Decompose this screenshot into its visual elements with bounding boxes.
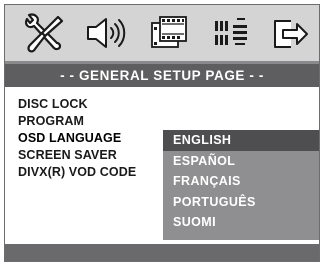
bottom-status-bar bbox=[5, 244, 319, 261]
options-top-background bbox=[163, 87, 319, 130]
option-espanol[interactable]: ESPAÑOL bbox=[163, 151, 319, 172]
menu-item-osd-language[interactable]: OSD LANGUAGE bbox=[5, 130, 163, 147]
film-video-icon[interactable] bbox=[139, 5, 199, 61]
option-suomi[interactable]: SUOMI bbox=[163, 212, 319, 233]
setup-content: DISC LOCK PROGRAM OSD LANGUAGE SCREEN SA… bbox=[5, 87, 319, 244]
menu-item-program[interactable]: PROGRAM bbox=[5, 113, 163, 130]
display-grid-icon[interactable] bbox=[201, 5, 261, 61]
setup-menu: DISC LOCK PROGRAM OSD LANGUAGE SCREEN SA… bbox=[5, 96, 163, 181]
option-portugues[interactable]: PORTUGUÊS bbox=[163, 192, 319, 213]
page-title: - - GENERAL SETUP PAGE - - bbox=[5, 64, 319, 87]
tools-settings-icon[interactable] bbox=[13, 5, 73, 61]
language-options-panel: ENGLISH ESPAÑOL FRANÇAIS PORTUGUÊS SUOMI bbox=[163, 130, 319, 240]
option-english[interactable]: ENGLISH bbox=[163, 130, 319, 151]
menu-item-disc-lock[interactable]: DISC LOCK bbox=[5, 96, 163, 113]
setup-icon-bar bbox=[5, 5, 319, 61]
option-francais[interactable]: FRANÇAIS bbox=[163, 171, 319, 192]
menu-item-divx-vod-code[interactable]: DIVX(R) VOD CODE bbox=[5, 164, 163, 181]
exit-arrow-icon[interactable] bbox=[260, 5, 319, 61]
menu-item-screen-saver[interactable]: SCREEN SAVER bbox=[5, 147, 163, 164]
dvd-setup-screen: - - GENERAL SETUP PAGE - - DISC LOCK PRO… bbox=[4, 4, 320, 262]
speaker-audio-icon[interactable] bbox=[77, 5, 137, 61]
